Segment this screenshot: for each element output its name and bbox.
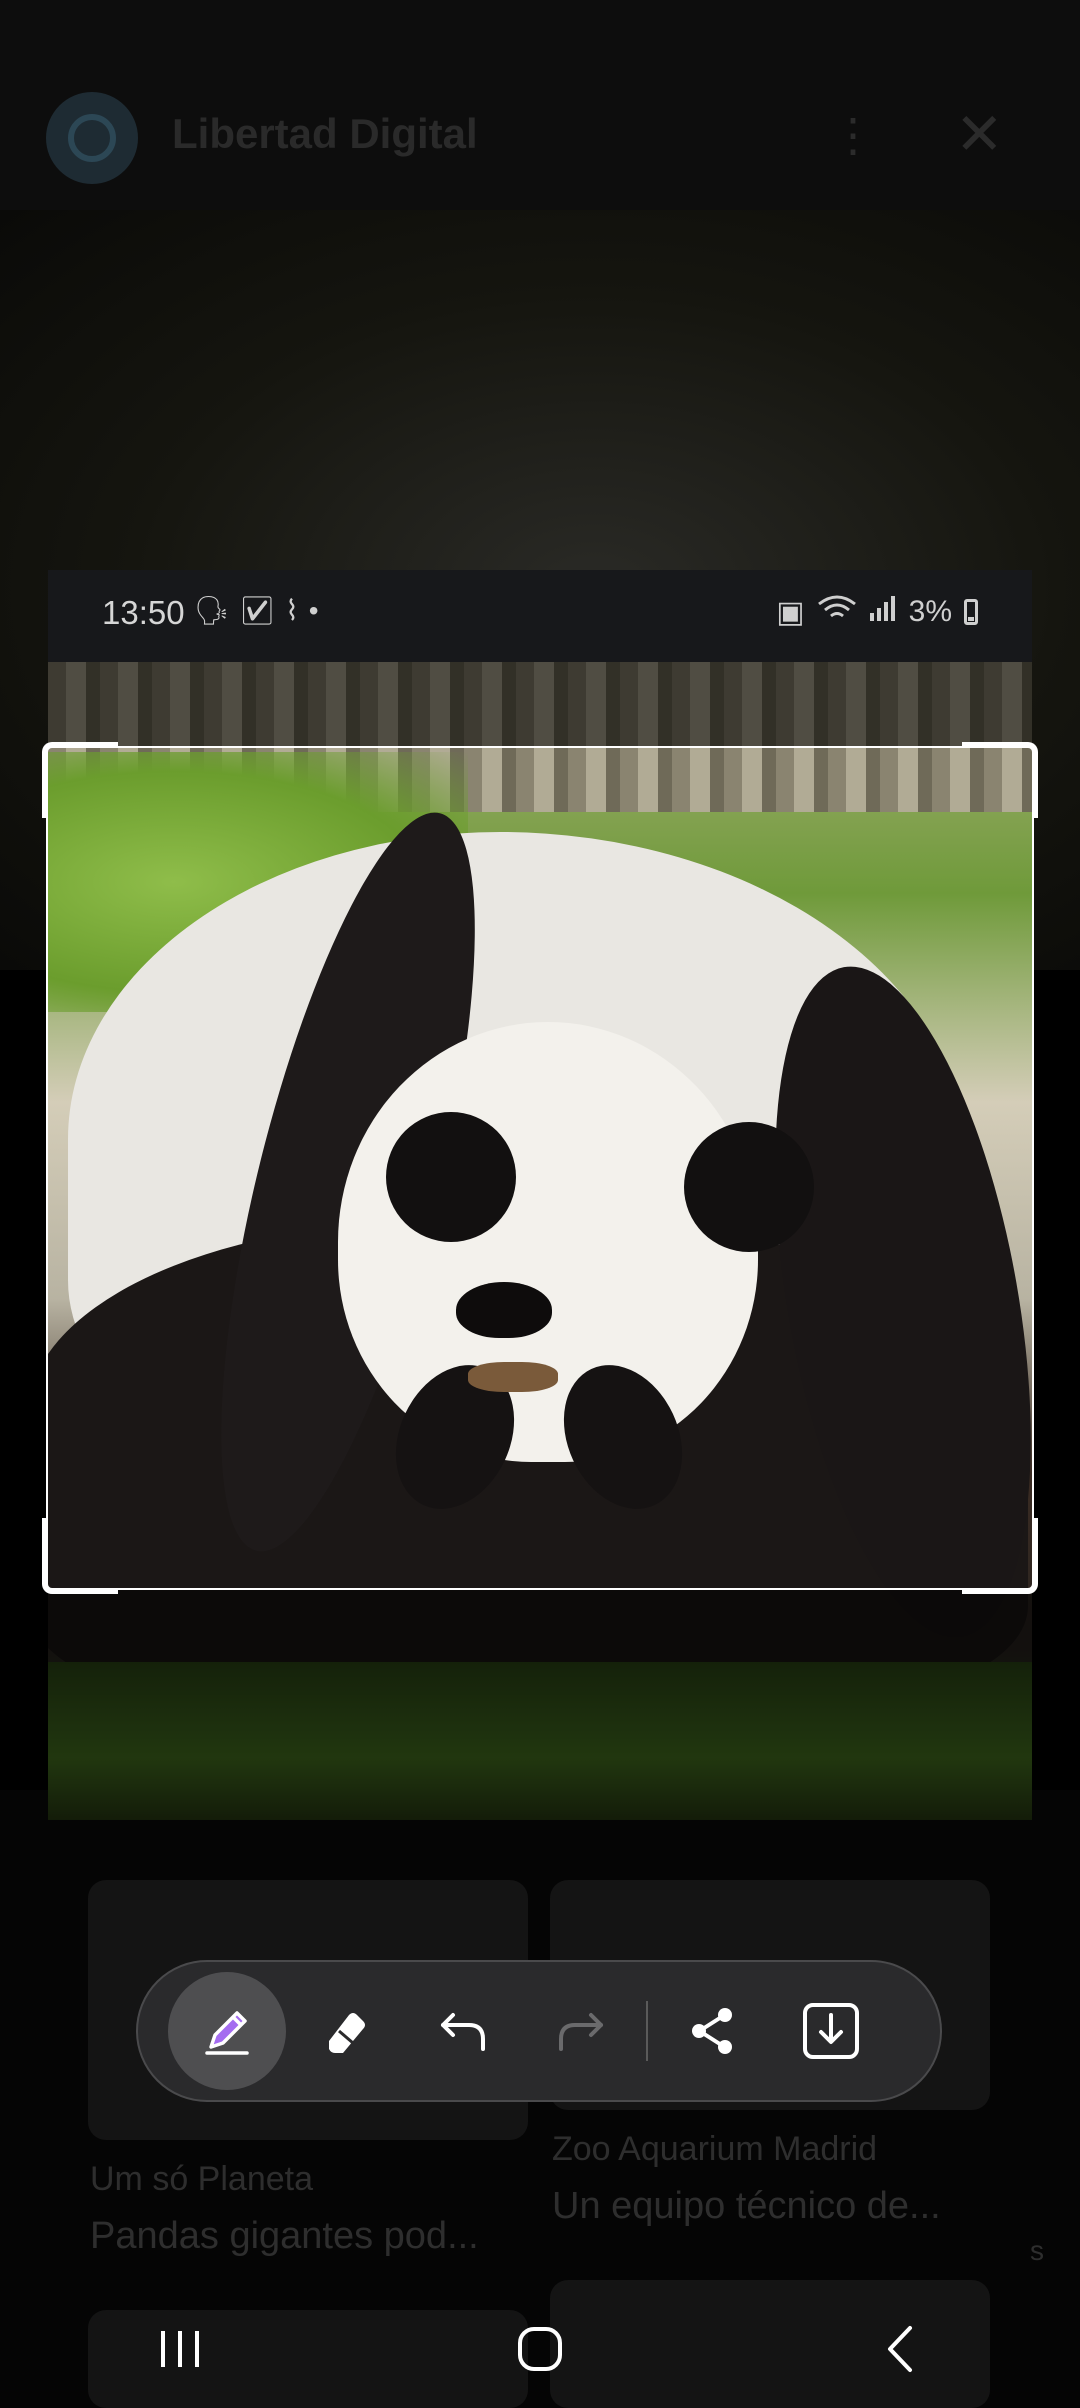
share-button[interactable] bbox=[654, 1972, 772, 2090]
crop-handle-top-left[interactable] bbox=[42, 742, 118, 818]
status-time: 13:50 bbox=[102, 594, 185, 631]
background-app-header bbox=[0, 0, 1080, 210]
battery-percent: 3% bbox=[908, 595, 952, 628]
navigation-bar bbox=[0, 2290, 1080, 2408]
eraser-icon bbox=[329, 2013, 365, 2053]
background-card-source: Zoo Aquarium Madrid bbox=[552, 2130, 878, 2168]
back-icon bbox=[888, 2326, 912, 2372]
wifi-icon bbox=[817, 594, 857, 630]
pen-button[interactable] bbox=[168, 1972, 286, 2090]
undo-icon bbox=[441, 2013, 485, 2051]
crop-dim-bottom bbox=[48, 1590, 1032, 1820]
crop-handle-top-right[interactable] bbox=[962, 742, 1038, 818]
home-icon bbox=[518, 2327, 562, 2371]
redo-button[interactable] bbox=[522, 1972, 640, 2090]
share-icon bbox=[692, 2008, 732, 2054]
back-button[interactable] bbox=[830, 2299, 970, 2399]
crop-handle-bottom-left[interactable] bbox=[42, 1518, 118, 1594]
close-icon: ✕ bbox=[955, 102, 1004, 167]
home-button[interactable] bbox=[470, 2299, 610, 2399]
background-card-source: Um só Planeta bbox=[90, 2160, 313, 2198]
undo-button[interactable] bbox=[404, 1972, 522, 2090]
notification-icons: 🗣☑⌇• bbox=[194, 595, 329, 626]
background-card-headline: Pandas gigantes pod... bbox=[90, 2215, 479, 2257]
battery-icon bbox=[964, 599, 978, 625]
save-button[interactable] bbox=[772, 1972, 890, 2090]
more-options-icon: ⋮ bbox=[830, 109, 876, 161]
eraser-button[interactable] bbox=[286, 1972, 404, 2090]
recent-apps-icon bbox=[161, 2331, 199, 2367]
pen-icon bbox=[205, 2011, 249, 2055]
crop-handle-bottom-right[interactable] bbox=[962, 1518, 1038, 1594]
screenshot-toolbar bbox=[136, 1960, 942, 2102]
background-app-title: Libertad Digital bbox=[172, 110, 478, 157]
crop-dim-top bbox=[48, 662, 1032, 746]
download-icon bbox=[803, 2003, 859, 2059]
toolbar-divider bbox=[646, 2001, 648, 2061]
background-edge-text: s bbox=[1030, 2235, 1044, 2266]
captured-status-bar: 13:50 🗣☑⌇• ▣ 3% bbox=[48, 570, 1032, 662]
redo-icon bbox=[559, 2013, 603, 2051]
background-card-headline: Un equipo técnico de... bbox=[552, 2185, 941, 2227]
background-app-logo bbox=[46, 92, 138, 184]
battery-saver-icon: ▣ bbox=[776, 595, 805, 629]
signal-icon bbox=[869, 595, 897, 629]
crop-frame[interactable] bbox=[42, 742, 1038, 1594]
recent-apps-button[interactable] bbox=[110, 2299, 250, 2399]
status-right-icons: ▣ 3% bbox=[776, 594, 978, 630]
